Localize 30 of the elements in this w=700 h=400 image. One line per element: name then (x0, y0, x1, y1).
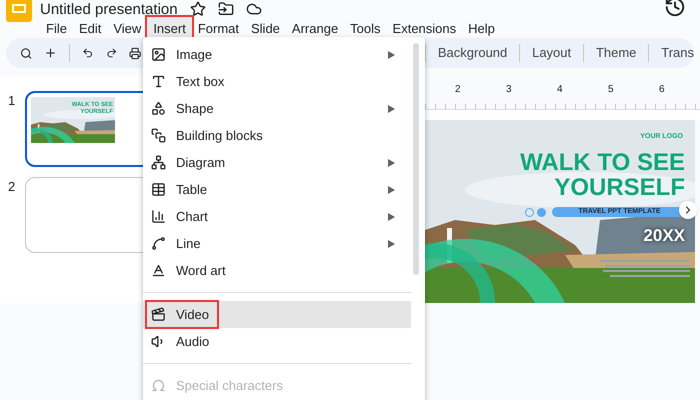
menu-item[interactable]: Help (462, 17, 501, 40)
menu-item[interactable]: Extensions (386, 17, 462, 40)
year-text: 20XX (643, 225, 685, 247)
slide-number: 1 (7, 92, 16, 110)
slide-title: WALK TO SEE YOURSELF (519, 150, 685, 200)
menu-item[interactable]: Edit (72, 17, 108, 40)
menu-option[interactable]: Word art (143, 257, 411, 284)
ruler-mark: 2 (455, 83, 462, 97)
menu-item[interactable]: View (107, 17, 148, 40)
document-title[interactable]: Untitled presentation (40, 2, 178, 16)
menu-option[interactable]: Audio (143, 328, 411, 355)
ruler-mark: 5 (608, 83, 615, 97)
ruler-mark: 4 (557, 83, 564, 97)
menu-item[interactable]: Format (192, 17, 245, 40)
menu-option[interactable]: Chart (143, 203, 411, 230)
menu-option[interactable]: Video (143, 301, 411, 328)
menu-option[interactable]: Image (143, 41, 411, 68)
toolbar-button[interactable]: Theme (596, 43, 636, 63)
menu-option[interactable]: Table (143, 176, 411, 203)
menu-option[interactable]: Line (143, 230, 411, 257)
menu-item[interactable]: Arrange (286, 17, 344, 40)
toolbar-button[interactable]: Layout (532, 43, 572, 63)
menu-item[interactable]: File (40, 17, 73, 40)
menu-item[interactable]: Slide (245, 17, 286, 40)
ruler-mark: 6 (659, 83, 666, 97)
slide-number: 2 (7, 178, 16, 196)
ruler-mark: 3 (506, 83, 513, 97)
toolbar-button[interactable]: Background (438, 43, 508, 63)
toolbar-button[interactable]: Trans (661, 43, 694, 63)
menu-item[interactable]: Tools (344, 17, 387, 40)
